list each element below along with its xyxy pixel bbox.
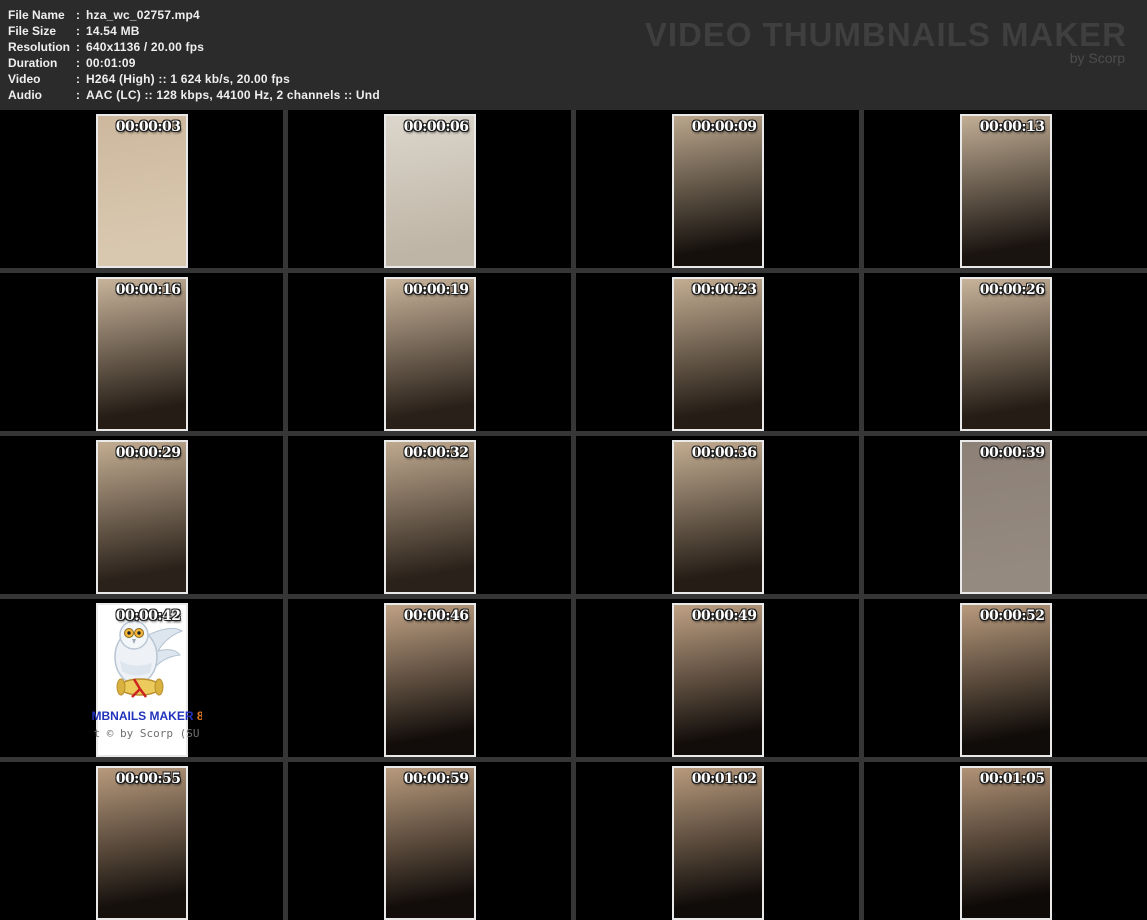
grid-cell: 00:00:19: [288, 273, 571, 431]
meta-value-filesize: 14.54 MB: [86, 24, 140, 38]
frame-timestamp: 00:00:59: [403, 771, 469, 787]
video-frame-placeholder: 00:00:09: [671, 114, 764, 268]
meta-value-filename: hza_wc_02757.mp4: [86, 8, 200, 22]
frame-timestamp: 00:00:16: [115, 282, 181, 298]
grid-cell: MBNAILS MAKER 8 t © by Scorp (SU 00:00:4…: [0, 599, 283, 757]
grid-cell: 00:00:36: [576, 436, 859, 594]
video-frame-placeholder: 00:00:59: [383, 766, 476, 920]
meta-value-video: H264 (High) :: 1 624 kb/s, 20.00 fps: [86, 72, 290, 86]
watermark-text: MBNAILS MAKER 8: [92, 709, 202, 723]
video-frame-placeholder: 00:00:03: [95, 114, 188, 268]
grid-cell: 00:00:49: [576, 599, 859, 757]
meta-value-duration: 00:01:09: [86, 56, 136, 70]
grid-cell: 00:00:13: [864, 110, 1147, 268]
video-frame-placeholder: 00:00:29: [95, 440, 188, 594]
frame-timestamp: 00:00:39: [979, 445, 1045, 461]
grid-cell: 00:01:02: [576, 762, 859, 920]
frame-timestamp: 00:00:26: [979, 282, 1045, 298]
frame-timestamp: 00:01:02: [691, 771, 757, 787]
video-frame-placeholder: 00:01:05: [959, 766, 1052, 920]
grid-cell: 00:01:05: [864, 762, 1147, 920]
meta-label: Video: [8, 72, 41, 86]
frame-timestamp: 00:00:36: [691, 445, 757, 461]
frame-timestamp: 00:00:32: [403, 445, 469, 461]
video-frame-placeholder: 00:00:36: [671, 440, 764, 594]
video-frame-placeholder: 00:00:52: [959, 603, 1052, 757]
video-frame-placeholder: 00:00:32: [383, 440, 476, 594]
meta-label: File Size: [8, 24, 57, 38]
frame-timestamp: 00:00:13: [979, 119, 1045, 135]
app-title: VIDEO THUMBNAILS MAKER: [644, 16, 1127, 53]
grid-cell: 00:00:32: [288, 436, 571, 594]
video-frame-placeholder: 00:00:26: [959, 277, 1052, 431]
video-frame-placeholder: 00:00:13: [959, 114, 1052, 268]
video-frame-placeholder: 00:01:02: [671, 766, 764, 920]
meta-value-audio: AAC (LC) :: 128 kbps, 44100 Hz, 2 channe…: [86, 88, 380, 102]
thumbnail-sheet: { "header": { "separator": ":", "fields"…: [0, 0, 1147, 920]
grid-cell: 00:00:26: [864, 273, 1147, 431]
frame-timestamp: 00:00:55: [115, 771, 181, 787]
header-bar: File Name: hza_wc_02757.mp4 File Size:14.…: [0, 0, 1147, 110]
video-frame-placeholder: 00:00:16: [95, 277, 188, 431]
video-frame-placeholder: 00:00:19: [383, 277, 476, 431]
grid-cell: 00:00:52: [864, 599, 1147, 757]
frame-timestamp: 00:00:29: [115, 445, 181, 461]
frame-timestamp: 00:00:19: [403, 282, 469, 298]
grid-cell: 00:00:09: [576, 110, 859, 268]
meta-row-audio: Audio: AAC (LC) :: 128 kbps, 44100 Hz, 2 …: [8, 88, 380, 102]
grid-cell: 00:00:16: [0, 273, 283, 431]
frame-timestamp: 00:00:42: [115, 608, 181, 624]
meta-label: Duration: [8, 56, 58, 70]
watermark-version: 8: [196, 709, 202, 723]
video-frame-placeholder: 00:00:23: [671, 277, 764, 431]
meta-value-resolution: 640x1136 / 20.00 fps: [86, 40, 205, 54]
watermark-frame: MBNAILS MAKER 8 t © by Scorp (SU 00:00:4…: [92, 603, 202, 757]
frame-timestamp: 00:00:06: [403, 119, 469, 135]
thumbnail-grid: 00:00:03 00:00:06 00:00:09 00:00:13 00:0…: [0, 110, 1147, 920]
app-brand: VIDEO THUMBNAILS MAKER by Scorp: [644, 16, 1127, 67]
meta-label: File Name: [8, 8, 65, 22]
video-frame-placeholder: 00:00:46: [383, 603, 476, 757]
watermark-copyright: t © by Scorp (SU: [93, 727, 200, 740]
grid-cell: 00:00:06: [288, 110, 571, 268]
grid-cell: 00:00:39: [864, 436, 1147, 594]
video-frame-placeholder: 00:00:39: [959, 440, 1052, 594]
grid-cell: 00:00:23: [576, 273, 859, 431]
frame-timestamp: 00:00:49: [691, 608, 757, 624]
grid-cell: 00:00:46: [288, 599, 571, 757]
meta-row-video: Video: H264 (High) :: 1 624 kb/s, 20.00 f…: [8, 72, 290, 86]
frame-timestamp: 00:01:05: [979, 771, 1045, 787]
frame-timestamp: 00:00:23: [691, 282, 757, 298]
frame-timestamp: 00:00:09: [691, 119, 757, 135]
meta-label: Resolution: [8, 40, 70, 54]
grid-cell: 00:00:29: [0, 436, 283, 594]
frame-timestamp: 00:00:52: [979, 608, 1045, 624]
grid-cell: 00:00:55: [0, 762, 283, 920]
video-frame-placeholder: 00:00:49: [671, 603, 764, 757]
frame-timestamp: 00:00:03: [115, 119, 181, 135]
grid-cell: 00:00:03: [0, 110, 283, 268]
meta-label: Audio: [8, 88, 42, 102]
video-frame-placeholder: 00:00:55: [95, 766, 188, 920]
frame-timestamp: 00:00:46: [403, 608, 469, 624]
grid-cell: 00:00:59: [288, 762, 571, 920]
video-frame-placeholder: 00:00:06: [383, 114, 476, 268]
